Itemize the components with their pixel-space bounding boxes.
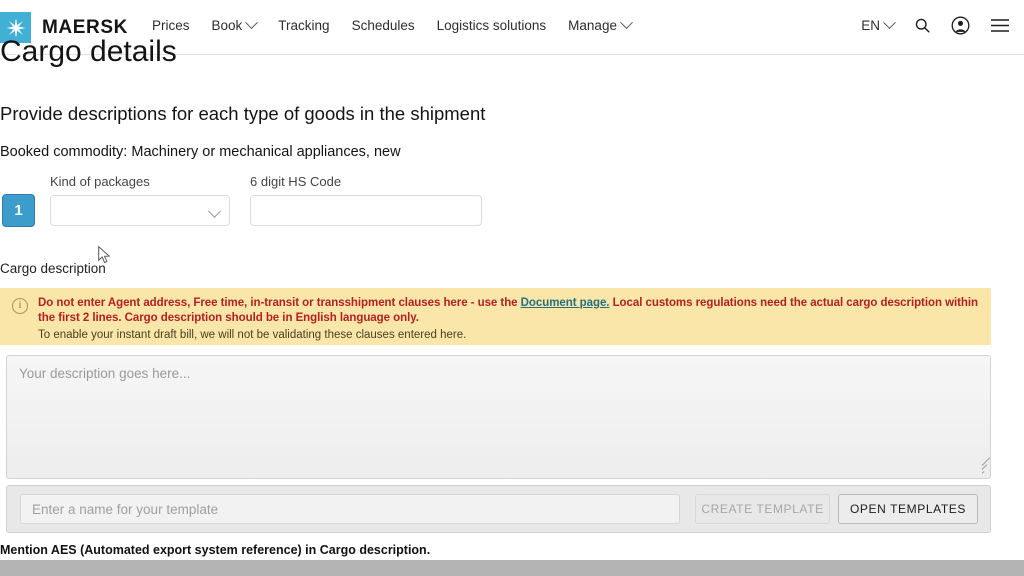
- nav-label: Logistics solutions: [437, 18, 547, 33]
- page-subtitle: Provide descriptions for each type of go…: [0, 103, 485, 125]
- nav-item-prices[interactable]: Prices: [152, 18, 190, 33]
- cargo-description-textarea[interactable]: [6, 355, 991, 479]
- cargo-description-label: Cargo description: [0, 261, 106, 276]
- nav-label: Manage: [568, 18, 617, 33]
- nav-item-manage[interactable]: Manage: [568, 18, 631, 33]
- template-toolbar: CREATE TEMPLATE OPEN TEMPLATES: [6, 485, 991, 533]
- document-page-link[interactable]: Document page.: [521, 297, 610, 309]
- aes-note: Mention AES (Automated export system ref…: [0, 543, 430, 557]
- hs-code-label: 6 digit HS Code: [250, 174, 341, 189]
- booked-commodity-text: Booked commodity: Machinery or mechanica…: [0, 144, 401, 160]
- alert-sub-text: To enable your instant draft bill, we wi…: [38, 327, 981, 343]
- alert-text-part-1: Do not enter Agent address, Free time, i…: [38, 297, 521, 309]
- header-actions: EN: [861, 16, 1010, 35]
- nav-label: Prices: [152, 18, 190, 33]
- nav-label: Tracking: [278, 18, 329, 33]
- page-content: Cargo details Provide descriptions for e…: [0, 55, 1024, 576]
- info-icon: i: [12, 298, 28, 314]
- language-label: EN: [861, 18, 880, 33]
- nav-item-logistics-solutions[interactable]: Logistics solutions: [437, 18, 547, 33]
- open-templates-button[interactable]: OPEN TEMPLATES: [838, 494, 978, 524]
- chevron-down-icon: [883, 16, 896, 29]
- search-icon[interactable]: [914, 17, 931, 34]
- hamburger-menu-icon[interactable]: [990, 18, 1010, 33]
- alert-bold-text: Do not enter Agent address, Free time, i…: [38, 296, 981, 326]
- main-navigation: Prices Book Tracking Schedules Logistics…: [152, 18, 631, 33]
- hs-code-input[interactable]: [250, 195, 482, 226]
- nav-item-tracking[interactable]: Tracking: [278, 18, 329, 33]
- chevron-down-icon: [245, 16, 258, 29]
- browser-page: MAERSK Prices Book Tracking Schedules Lo…: [0, 0, 1024, 576]
- language-selector[interactable]: EN: [861, 18, 894, 33]
- create-template-button[interactable]: CREATE TEMPLATE: [695, 494, 830, 524]
- nav-item-schedules[interactable]: Schedules: [352, 18, 415, 33]
- bottom-strip: [0, 560, 1024, 576]
- page-title: Cargo details: [0, 35, 177, 69]
- kind-of-packages-select[interactable]: [50, 195, 230, 226]
- nav-label: Schedules: [352, 18, 415, 33]
- nav-item-book[interactable]: Book: [212, 18, 257, 33]
- nav-label: Book: [212, 18, 243, 33]
- account-icon[interactable]: [951, 16, 970, 35]
- cargo-row-number-badge: 1: [2, 194, 35, 227]
- cargo-description-warning-banner: i Do not enter Agent address, Free time,…: [0, 288, 991, 345]
- chevron-down-icon: [208, 205, 221, 218]
- kind-of-packages-label: Kind of packages: [50, 174, 150, 189]
- chevron-down-icon: [620, 16, 633, 29]
- template-name-input[interactable]: [20, 494, 680, 524]
